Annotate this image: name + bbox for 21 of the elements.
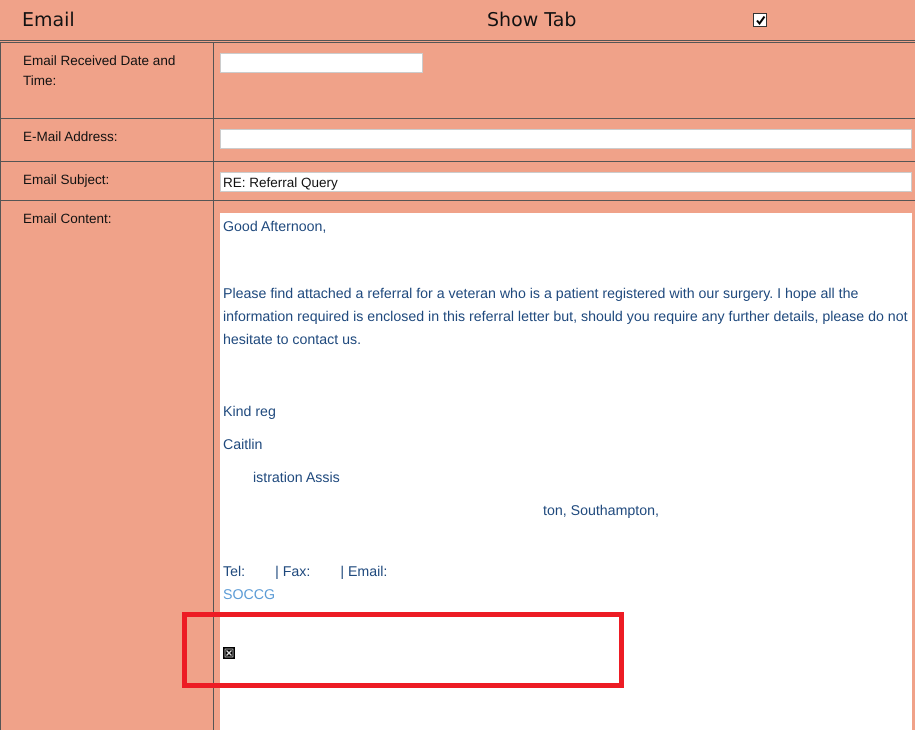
content-text: istration Assis (253, 470, 340, 486)
content-text: Tel: (223, 564, 246, 580)
show-tab-checkbox[interactable] (753, 13, 767, 27)
text-field[interactable]: RE: Referral Query (220, 172, 912, 192)
field-label: Email Received Date and Time: (23, 52, 176, 90)
content-text: | Fax: (275, 564, 310, 580)
content-text: Good Afternoon, (223, 219, 326, 235)
field-label: Email Content: (23, 210, 113, 228)
broken-image-icon (223, 647, 235, 659)
field-label: E-Mail Address: (23, 128, 119, 146)
content-text: ton, Southampton, (543, 503, 659, 519)
content-text: | Email: (340, 564, 388, 580)
content-text: Please find attached a referral for a veteran who is a patient registered with our surgery. I hope all the information required is enclosed in this referral letter but, should you require any further details, please do not hesitate to contact us. (223, 286, 908, 348)
content-text: Caitlin (223, 437, 262, 453)
field-label: Email Subject: (23, 171, 110, 189)
date-field[interactable] (220, 53, 423, 73)
section-title: Email (22, 9, 76, 31)
text-field[interactable] (220, 129, 912, 149)
content-text: Kind reg (223, 404, 276, 420)
toggle-label: Show Tab (487, 9, 578, 31)
email-content-area[interactable] (220, 213, 912, 730)
